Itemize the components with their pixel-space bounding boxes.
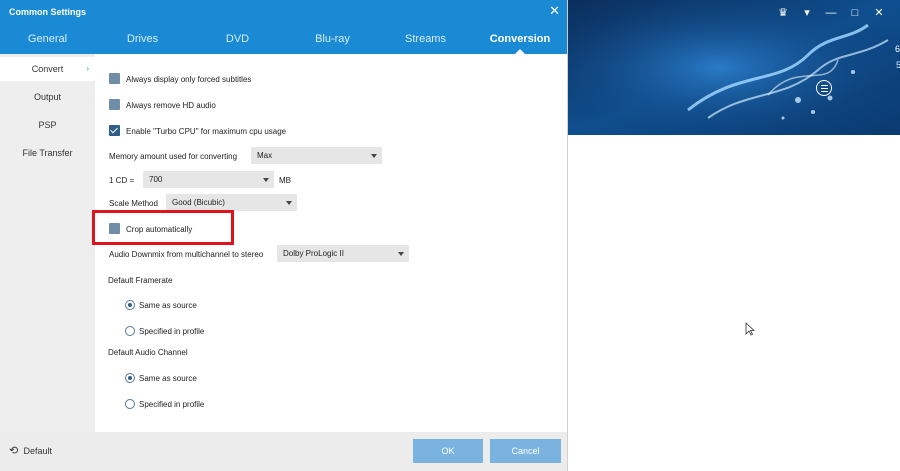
tab-bar: General Drives DVD Blu-ray Streams Conve… (0, 26, 567, 54)
scale-method-label: Scale Method (109, 199, 158, 208)
menu-icon[interactable] (816, 80, 832, 96)
sidebar-item-label: Output (33, 92, 62, 102)
remove-hd-audio-label: Always remove HD audio (126, 101, 216, 110)
audio-downmix-select[interactable]: Dolby ProLogic II (277, 245, 409, 262)
tab-streams[interactable]: Streams (378, 26, 473, 54)
close-icon[interactable]: ✕ (872, 6, 886, 20)
chevron-down-icon (286, 201, 292, 205)
scale-method-select[interactable]: Good (Bicubic) (166, 194, 297, 211)
sidebar-item-psp[interactable]: PSP (0, 113, 95, 137)
minimize-icon[interactable]: — (824, 6, 838, 20)
audio-channel-specified-in-profile-label: Specified in profile (139, 400, 205, 409)
sidebar-item-output[interactable]: Output (0, 85, 95, 109)
dialog-title: Common Settings (9, 7, 87, 17)
audio-channel-same-as-source-label: Same as source (139, 374, 197, 383)
chevron-down-icon (371, 154, 377, 158)
framerate-same-as-source-radio[interactable] (125, 300, 135, 310)
close-icon[interactable]: ✕ (549, 4, 560, 18)
audio-downmix-value: Dolby ProLogic II (283, 249, 344, 258)
settings-sidebar: Convert › Output PSP File Transfer (0, 54, 95, 432)
chevron-down-icon (398, 252, 404, 256)
audio-channel-specified-in-profile-radio[interactable] (125, 399, 135, 409)
cd-size-select[interactable]: 700 (143, 171, 274, 188)
framerate-same-as-source-label: Same as source (139, 301, 197, 310)
water-splash-image (568, 0, 900, 135)
cd-size-value: 700 (149, 175, 163, 184)
scale-method-value: Good (Bicubic) (172, 198, 225, 207)
audio-channel-same-as-source-radio[interactable] (125, 373, 135, 383)
sidebar-item-label: PSP (38, 120, 57, 130)
cd-size-unit: MB (279, 176, 291, 185)
default-button[interactable]: ⟲ Default (9, 444, 52, 457)
background-app-window: ♛ ▾ — □ ✕ 6 5 (567, 0, 900, 471)
memory-label: Memory amount used for converting (109, 152, 238, 161)
tab-general[interactable]: General (0, 26, 95, 54)
audio-downmix-label: Audio Downmix from multichannel to stere… (109, 250, 264, 259)
sidebar-item-label: Convert (31, 64, 64, 74)
edge-text-2: 5 (895, 60, 900, 70)
highlight-box (92, 210, 234, 245)
turbo-cpu-checkbox[interactable] (109, 125, 120, 136)
chevron-down-icon (263, 178, 269, 182)
framerate-heading: Default Framerate (108, 276, 173, 285)
remove-hd-audio-checkbox[interactable] (109, 99, 120, 110)
cancel-button[interactable]: Cancel (490, 439, 561, 463)
common-settings-dialog: Common Settings ✕ General Drives DVD Blu… (0, 0, 567, 471)
forced-subtitles-checkbox[interactable] (109, 73, 120, 84)
framerate-specified-in-profile-radio[interactable] (125, 326, 135, 336)
audio-channel-heading: Default Audio Channel (108, 348, 188, 357)
tab-drives[interactable]: Drives (95, 26, 190, 54)
tab-blu-ray[interactable]: Blu-ray (285, 26, 380, 54)
skin-icon[interactable]: ♛ (776, 6, 790, 20)
sidebar-item-convert[interactable]: Convert › (0, 57, 95, 81)
hero-banner (568, 0, 900, 135)
maximize-icon[interactable]: □ (848, 6, 862, 20)
turbo-cpu-label: Enable "Turbo CPU" for maximum cpu usage (126, 127, 287, 136)
framerate-specified-in-profile-label: Specified in profile (139, 327, 205, 336)
edge-text: 6 (894, 44, 900, 54)
tab-conversion[interactable]: Conversion (473, 26, 567, 54)
default-button-label: Default (23, 446, 53, 456)
memory-select[interactable]: Max (251, 147, 382, 164)
reset-icon: ⟲ (9, 445, 19, 457)
sidebar-item-label: File Transfer (22, 148, 73, 158)
window-controls: ♛ ▾ — □ ✕ (776, 6, 886, 20)
cd-size-label: 1 CD = (109, 176, 135, 185)
chevron-right-icon: › (86, 64, 89, 73)
ok-button[interactable]: OK (413, 439, 483, 463)
memory-value: Max (257, 151, 273, 160)
dropdown-icon[interactable]: ▾ (800, 6, 814, 20)
mouse-cursor-icon (745, 322, 755, 336)
tab-dvd[interactable]: DVD (190, 26, 285, 54)
forced-subtitles-label: Always display only forced subtitles (126, 75, 252, 84)
dialog-titlebar[interactable]: Common Settings ✕ (0, 0, 567, 24)
sidebar-item-file-transfer[interactable]: File Transfer (0, 141, 95, 165)
